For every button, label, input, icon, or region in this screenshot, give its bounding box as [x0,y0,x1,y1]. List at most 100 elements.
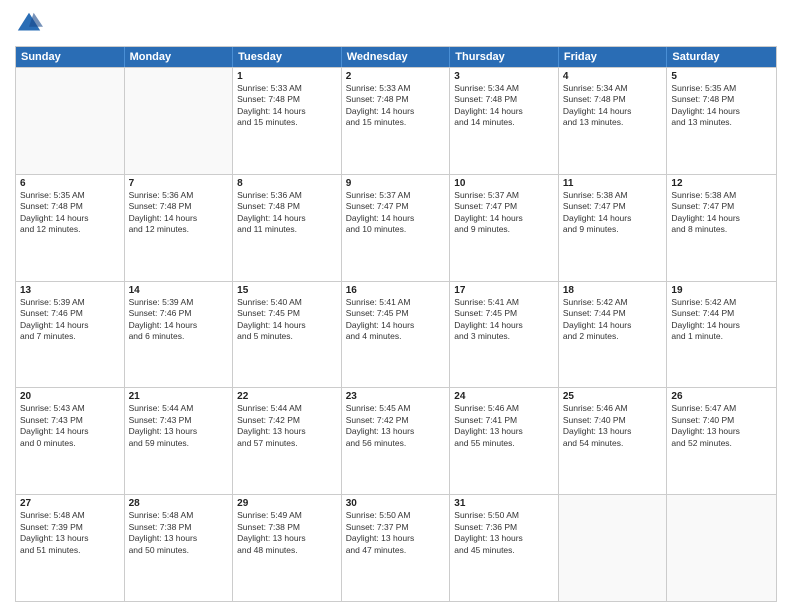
cell-info-line: Daylight: 13 hours [237,533,337,544]
cell-info-line: Sunset: 7:48 PM [346,94,446,105]
cell-info-line: Sunset: 7:37 PM [346,522,446,533]
day-cell-18: 18Sunrise: 5:42 AMSunset: 7:44 PMDayligh… [559,282,668,388]
cell-info-line: and 9 minutes. [563,224,663,235]
cell-info-line: Sunrise: 5:41 AM [346,297,446,308]
day-cell-4: 4Sunrise: 5:34 AMSunset: 7:48 PMDaylight… [559,68,668,174]
cell-info-line: Daylight: 14 hours [237,106,337,117]
cell-info-line: Sunset: 7:42 PM [237,415,337,426]
day-cell-25: 25Sunrise: 5:46 AMSunset: 7:40 PMDayligh… [559,388,668,494]
day-number: 15 [237,285,337,296]
cell-info-line: Sunrise: 5:33 AM [237,83,337,94]
cell-info-line: Sunrise: 5:36 AM [129,190,229,201]
cell-info-line: Sunset: 7:47 PM [346,201,446,212]
cell-info-line: Sunset: 7:48 PM [237,201,337,212]
cell-info-line: Sunrise: 5:35 AM [20,190,120,201]
day-number: 27 [20,498,120,509]
day-cell-14: 14Sunrise: 5:39 AMSunset: 7:46 PMDayligh… [125,282,234,388]
day-cell-6: 6Sunrise: 5:35 AMSunset: 7:48 PMDaylight… [16,175,125,281]
cell-info-line: Sunset: 7:47 PM [563,201,663,212]
logo-icon [15,10,43,38]
cell-info-line: Daylight: 14 hours [563,320,663,331]
cell-info-line: Sunrise: 5:46 AM [563,403,663,414]
day-number: 8 [237,178,337,189]
cell-info-line: Daylight: 13 hours [129,426,229,437]
cell-info-line: and 48 minutes. [237,545,337,556]
cell-info-line: Sunset: 7:46 PM [20,308,120,319]
cell-info-line: Daylight: 13 hours [20,533,120,544]
day-number: 23 [346,391,446,402]
cell-info-line: Sunrise: 5:49 AM [237,510,337,521]
cell-info-line: and 59 minutes. [129,438,229,449]
cell-info-line: Sunset: 7:47 PM [671,201,772,212]
header [15,10,777,38]
cell-info-line: Sunset: 7:45 PM [454,308,554,319]
cell-info-line: Sunrise: 5:41 AM [454,297,554,308]
day-number: 14 [129,285,229,296]
day-number: 19 [671,285,772,296]
cell-info-line: Sunset: 7:44 PM [671,308,772,319]
day-number: 5 [671,71,772,82]
cell-info-line: Sunrise: 5:46 AM [454,403,554,414]
day-number: 10 [454,178,554,189]
day-cell-10: 10Sunrise: 5:37 AMSunset: 7:47 PMDayligh… [450,175,559,281]
cell-info-line: Daylight: 14 hours [237,320,337,331]
cell-info-line: Daylight: 13 hours [454,533,554,544]
day-cell-30: 30Sunrise: 5:50 AMSunset: 7:37 PMDayligh… [342,495,451,601]
calendar-body: 1Sunrise: 5:33 AMSunset: 7:48 PMDaylight… [16,67,776,601]
week-row-4: 20Sunrise: 5:43 AMSunset: 7:43 PMDayligh… [16,387,776,494]
empty-cell [16,68,125,174]
cell-info-line: and 50 minutes. [129,545,229,556]
cell-info-line: Sunset: 7:48 PM [563,94,663,105]
empty-cell [125,68,234,174]
cell-info-line: Sunrise: 5:47 AM [671,403,772,414]
day-cell-3: 3Sunrise: 5:34 AMSunset: 7:48 PMDaylight… [450,68,559,174]
week-row-3: 13Sunrise: 5:39 AMSunset: 7:46 PMDayligh… [16,281,776,388]
cell-info-line: and 2 minutes. [563,331,663,342]
day-cell-1: 1Sunrise: 5:33 AMSunset: 7:48 PMDaylight… [233,68,342,174]
cell-info-line: Daylight: 14 hours [20,320,120,331]
cell-info-line: and 52 minutes. [671,438,772,449]
cell-info-line: Sunrise: 5:38 AM [671,190,772,201]
cell-info-line: Daylight: 14 hours [454,213,554,224]
cell-info-line: Sunrise: 5:36 AM [237,190,337,201]
cell-info-line: Daylight: 14 hours [671,320,772,331]
cell-info-line: Sunset: 7:36 PM [454,522,554,533]
cell-info-line: and 4 minutes. [346,331,446,342]
day-number: 4 [563,71,663,82]
cell-info-line: and 8 minutes. [671,224,772,235]
day-cell-13: 13Sunrise: 5:39 AMSunset: 7:46 PMDayligh… [16,282,125,388]
cell-info-line: and 10 minutes. [346,224,446,235]
day-number: 22 [237,391,337,402]
day-cell-24: 24Sunrise: 5:46 AMSunset: 7:41 PMDayligh… [450,388,559,494]
day-cell-17: 17Sunrise: 5:41 AMSunset: 7:45 PMDayligh… [450,282,559,388]
day-cell-29: 29Sunrise: 5:49 AMSunset: 7:38 PMDayligh… [233,495,342,601]
cell-info-line: Daylight: 14 hours [346,106,446,117]
cell-info-line: Sunset: 7:48 PM [454,94,554,105]
cell-info-line: Sunrise: 5:50 AM [346,510,446,521]
cell-info-line: Sunrise: 5:48 AM [129,510,229,521]
cell-info-line: Sunset: 7:46 PM [129,308,229,319]
day-number: 3 [454,71,554,82]
day-number: 17 [454,285,554,296]
cell-info-line: and 14 minutes. [454,117,554,128]
day-number: 9 [346,178,446,189]
cell-info-line: Sunrise: 5:50 AM [454,510,554,521]
cell-info-line: Daylight: 14 hours [454,106,554,117]
day-cell-9: 9Sunrise: 5:37 AMSunset: 7:47 PMDaylight… [342,175,451,281]
cell-info-line: and 56 minutes. [346,438,446,449]
cell-info-line: and 13 minutes. [671,117,772,128]
cell-info-line: Sunset: 7:45 PM [237,308,337,319]
cell-info-line: and 15 minutes. [346,117,446,128]
day-number: 16 [346,285,446,296]
cell-info-line: Daylight: 14 hours [129,213,229,224]
cell-info-line: Sunrise: 5:43 AM [20,403,120,414]
day-cell-15: 15Sunrise: 5:40 AMSunset: 7:45 PMDayligh… [233,282,342,388]
cell-info-line: Daylight: 14 hours [20,426,120,437]
cell-info-line: Sunrise: 5:44 AM [237,403,337,414]
day-number: 20 [20,391,120,402]
day-number: 29 [237,498,337,509]
day-number: 13 [20,285,120,296]
cell-info-line: Sunset: 7:38 PM [129,522,229,533]
cell-info-line: Sunrise: 5:45 AM [346,403,446,414]
day-number: 7 [129,178,229,189]
